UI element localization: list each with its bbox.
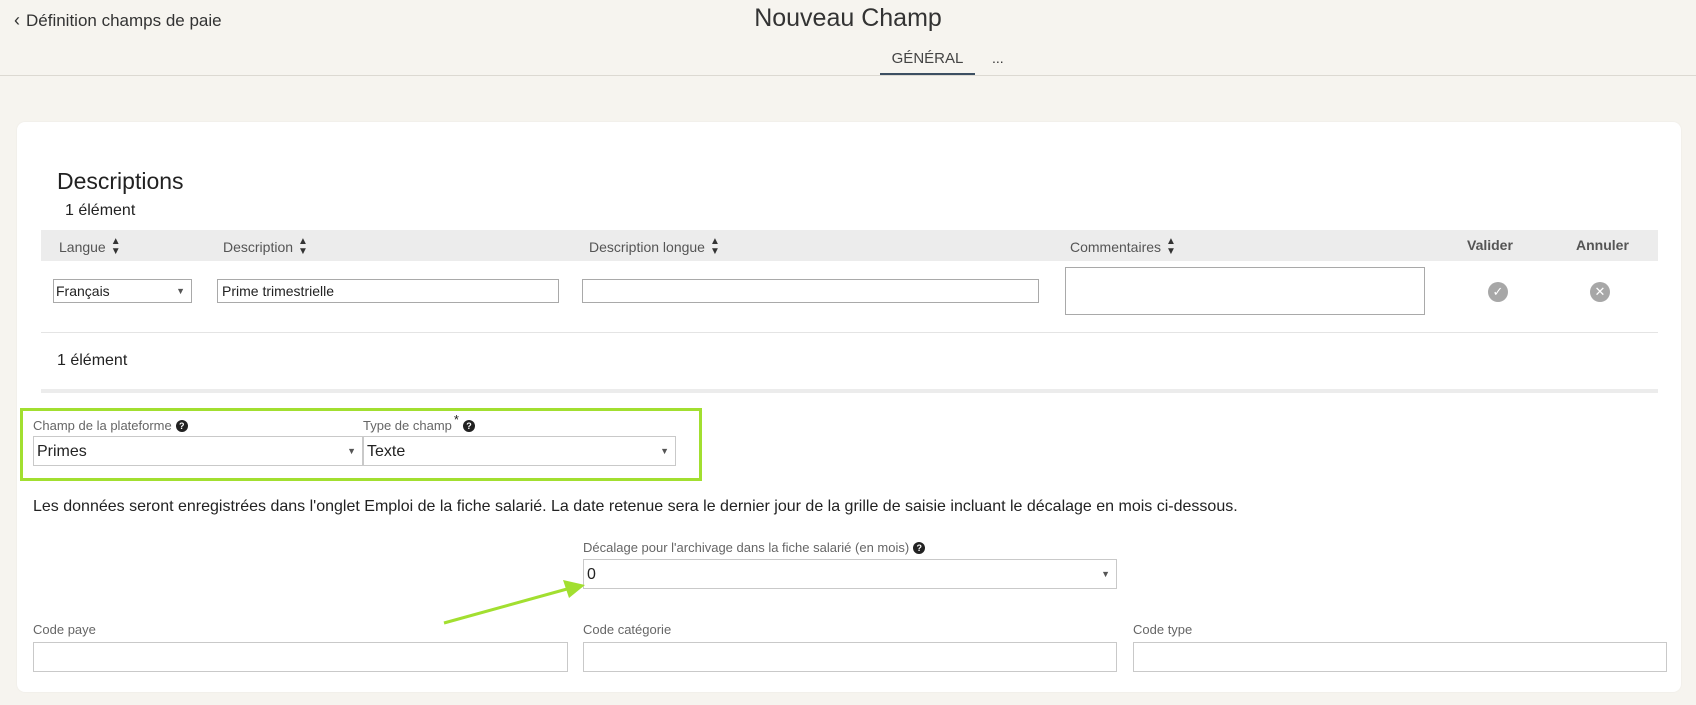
table-row: Français ▼ Prime trimestrielle ✓ ✕ xyxy=(41,261,1658,333)
question-circle-icon[interactable]: ? xyxy=(462,419,475,432)
column-description-longue[interactable]: Description longue ▲ ▼ xyxy=(589,237,720,257)
item-count-top: 1 élément xyxy=(65,202,136,219)
question-circle-icon[interactable]: ? xyxy=(175,419,188,432)
section-divider xyxy=(41,389,1658,393)
code-paye-input[interactable] xyxy=(33,642,568,672)
type-champ-label: Type de champ * ? xyxy=(363,412,475,433)
code-type-label: Code type xyxy=(1133,622,1193,637)
page-title: Nouveau Champ xyxy=(754,4,942,32)
table-header: Langue ▲ ▼ Description ▲ ▼ Description lon… xyxy=(41,230,1658,261)
tab-bar: GÉNÉRAL ... xyxy=(0,50,1696,76)
column-label: Commentaires xyxy=(1070,239,1162,255)
langue-select[interactable]: Français ▼ xyxy=(53,279,192,303)
sort-icon: ▲ ▼ xyxy=(709,236,720,257)
annotation-arrow-icon xyxy=(443,580,585,625)
question-circle-icon[interactable]: ? xyxy=(913,541,926,554)
description-input[interactable]: Prime trimestrielle xyxy=(217,279,559,303)
column-commentaires[interactable]: Commentaires ▲ ▼ xyxy=(1070,237,1176,257)
top-bar: ‹ Définition champs de paie Nouveau Cham… xyxy=(0,0,1696,76)
code-categorie-label: Code catégorie xyxy=(583,622,672,637)
column-annuler: Annuler xyxy=(1576,237,1629,253)
champ-plateforme-select[interactable]: Primes ▼ xyxy=(33,436,363,466)
type-champ-select[interactable]: Texte ▼ xyxy=(363,436,676,466)
tab-more[interactable]: ... xyxy=(992,50,1004,66)
tab-general[interactable]: GÉNÉRAL xyxy=(880,50,975,75)
langue-select-value: Français xyxy=(56,283,110,299)
chevron-down-icon: ▼ xyxy=(347,446,356,456)
column-label: Langue xyxy=(59,239,106,255)
champ-plateforme-value: Primes xyxy=(37,443,87,460)
check-circle-icon[interactable]: ✓ xyxy=(1488,282,1508,302)
info-text: Les données seront enregistrées dans l'o… xyxy=(33,498,1238,515)
chevron-down-icon: ▼ xyxy=(1101,569,1110,579)
sort-icon: ▲ ▼ xyxy=(1166,236,1176,257)
champ-plateforme-label: Champ de la plateforme ? xyxy=(33,418,188,433)
champ-plateforme-label-text: Champ de la plateforme xyxy=(33,418,172,433)
code-categorie-input[interactable] xyxy=(583,642,1117,672)
column-valider: Valider xyxy=(1467,237,1513,253)
code-type-input[interactable] xyxy=(1133,642,1667,672)
column-description[interactable]: Description ▲ ▼ xyxy=(223,237,308,257)
decalage-select[interactable]: 0 ▼ xyxy=(583,559,1117,589)
column-label: Description xyxy=(223,239,294,255)
code-paye-label: Code paye xyxy=(33,622,96,637)
column-langue[interactable]: Langue ▲ ▼ xyxy=(59,237,121,257)
description-longue-input[interactable] xyxy=(582,279,1039,303)
x-circle-icon[interactable]: ✕ xyxy=(1590,282,1610,302)
item-count-bottom: 1 élément xyxy=(57,352,128,369)
decalage-label-text: Décalage pour l'archivage dans la fiche … xyxy=(583,540,910,555)
chevron-down-icon: ▼ xyxy=(660,446,669,456)
commentaires-textarea[interactable] xyxy=(1065,267,1425,315)
section-title: Descriptions xyxy=(57,168,184,194)
form-card: Descriptions 1 élément Langue ▲ ▼ Descrip… xyxy=(17,122,1681,692)
column-label: Description longue xyxy=(589,239,705,255)
sort-icon: ▲ ▼ xyxy=(298,236,308,257)
type-champ-value: Texte xyxy=(367,443,406,460)
required-asterisk: * xyxy=(453,412,459,427)
chevron-down-icon: ▼ xyxy=(176,286,185,296)
type-champ-label-text: Type de champ xyxy=(363,418,452,433)
decalage-label: Décalage pour l'archivage dans la fiche … xyxy=(583,540,926,555)
sort-icon: ▲ ▼ xyxy=(110,236,121,257)
